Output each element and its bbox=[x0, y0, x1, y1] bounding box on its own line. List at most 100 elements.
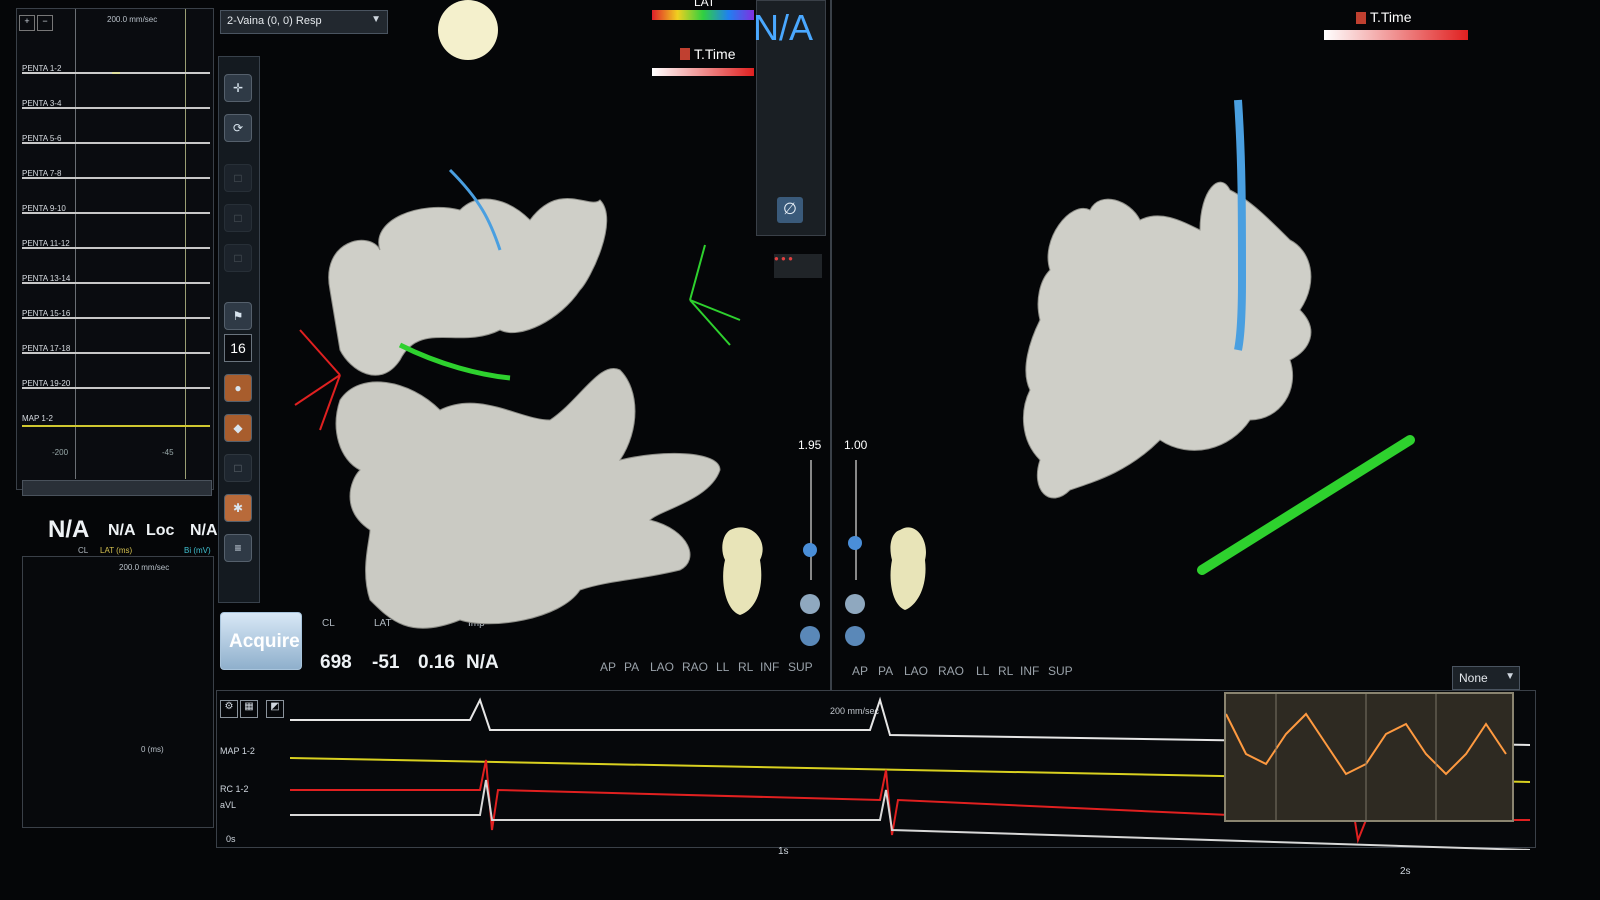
rotate-tool-icon[interactable]: ⟳ bbox=[224, 114, 252, 142]
view-ll-right[interactable]: LL bbox=[976, 664, 989, 678]
egm-marker-line bbox=[75, 9, 76, 479]
egm-zoom-in-icon[interactable]: + bbox=[19, 15, 35, 31]
slider-left-handle[interactable] bbox=[803, 543, 817, 557]
stat-cl-value: N/A bbox=[48, 516, 90, 543]
egm-trace bbox=[22, 212, 210, 214]
strip-time-tick: 2s bbox=[1400, 866, 1411, 877]
egm-trace bbox=[22, 72, 210, 74]
catheter-green-left bbox=[398, 342, 511, 381]
atrium-shape-upper bbox=[328, 198, 608, 376]
view-inf-right[interactable]: INF bbox=[1020, 664, 1039, 678]
stat-lat-label: LAT (ms) bbox=[100, 546, 133, 555]
strip-tool-icon[interactable]: ▦ bbox=[240, 700, 258, 718]
orientation-axis-red bbox=[294, 329, 341, 431]
egm-timescale: 200.0 mm/sec bbox=[107, 15, 158, 24]
ttime-bar-right bbox=[1324, 30, 1468, 40]
orientation-sphere bbox=[438, 0, 498, 60]
slider-left-track[interactable] bbox=[810, 460, 812, 580]
tool-disabled-icon[interactable]: □ bbox=[224, 204, 252, 232]
lat-label: LAT bbox=[694, 0, 716, 9]
view-ap-right[interactable]: AP bbox=[852, 664, 868, 678]
strip-channel-label: aVL bbox=[220, 800, 237, 810]
overlay-dropdown-value: None bbox=[1459, 671, 1488, 685]
point-tool-icon[interactable]: ● bbox=[224, 374, 252, 402]
slider-left-down-icon[interactable] bbox=[800, 594, 820, 614]
egm-scrollbar[interactable] bbox=[22, 480, 212, 496]
orientation-axis-green bbox=[689, 244, 741, 346]
ttime-icon-right bbox=[1356, 12, 1366, 24]
slider-right-track[interactable] bbox=[855, 460, 857, 580]
view-pa-right[interactable]: PA bbox=[878, 664, 893, 678]
view-ll-left[interactable]: LL bbox=[716, 660, 729, 674]
stat-loc-value: Loc bbox=[146, 522, 175, 539]
egm-trace bbox=[22, 317, 210, 319]
left-3d-view[interactable] bbox=[260, 60, 830, 680]
stat-bi-value: N/A bbox=[190, 522, 218, 539]
layer-tool-icon[interactable]: ≡ bbox=[224, 534, 252, 562]
egm-zoom-out-icon[interactable]: − bbox=[37, 15, 53, 31]
view-ap-left[interactable]: AP bbox=[600, 660, 616, 674]
stat-bi-label: Bi (mV) bbox=[184, 546, 211, 555]
view-rl-left[interactable]: RL bbox=[738, 660, 753, 674]
map-select-value: 2-Vaina (0, 0) Resp bbox=[227, 15, 322, 27]
lower-timescale: 200.0 mm/sec bbox=[119, 563, 170, 572]
egm-trace bbox=[22, 247, 210, 249]
egm-trace bbox=[22, 177, 210, 179]
tool-disabled-icon[interactable]: □ bbox=[224, 164, 252, 192]
egm-trace bbox=[22, 142, 210, 144]
view-lao-right[interactable]: LAO bbox=[904, 664, 928, 678]
egm-axis-tick: -200 bbox=[52, 448, 69, 457]
view-divider bbox=[830, 0, 832, 690]
ablation-tool-icon[interactable]: ✱ bbox=[224, 494, 252, 522]
lower-zero-label: 0 (ms) bbox=[141, 745, 164, 754]
slider-right-value: 1.00 bbox=[844, 438, 868, 452]
move-tool-icon[interactable]: ✛ bbox=[224, 74, 252, 102]
tool-disabled-icon[interactable]: □ bbox=[224, 244, 252, 272]
overlay-dropdown[interactable]: None ▼ bbox=[1452, 666, 1520, 690]
status-na-value: N/A bbox=[753, 7, 814, 48]
egm-trace bbox=[22, 352, 210, 354]
mini-heart-icon bbox=[722, 527, 763, 615]
atrium-shape-lower bbox=[335, 367, 721, 629]
respiration-inset bbox=[1224, 692, 1514, 822]
strip-channel-label: RC 1-2 bbox=[220, 784, 249, 794]
slider-right-down-icon[interactable] bbox=[845, 594, 865, 614]
egm-trace bbox=[22, 282, 210, 284]
respiration-waveform bbox=[1225, 694, 1507, 820]
strip-channel-label: MAP 1-2 bbox=[220, 746, 255, 756]
chevron-down-icon: ▼ bbox=[371, 14, 381, 25]
lat-colorbar bbox=[652, 10, 754, 20]
catheter-icon[interactable]: ⚑ bbox=[224, 302, 252, 330]
egm-trace bbox=[22, 107, 210, 109]
strip-tool-icon[interactable]: ⚙ bbox=[220, 700, 238, 718]
right-3d-view[interactable] bbox=[870, 20, 1570, 640]
atrium-shape-right bbox=[1022, 181, 1312, 499]
egm-marker-line-2 bbox=[185, 9, 186, 479]
view-pa-left[interactable]: PA bbox=[624, 660, 639, 674]
tag-tool-icon[interactable]: ◆ bbox=[224, 414, 252, 442]
egm-trace bbox=[22, 425, 210, 427]
view-sup-left[interactable]: SUP bbox=[788, 660, 813, 674]
ttime-icon bbox=[680, 48, 690, 60]
mini-heart-icon-right bbox=[890, 527, 926, 610]
stat-cl-label: CL bbox=[78, 546, 89, 555]
tool-disabled-icon[interactable]: □ bbox=[224, 454, 252, 482]
stat-lat-value: N/A bbox=[108, 522, 136, 539]
view-lao-left[interactable]: LAO bbox=[650, 660, 674, 674]
slider-left-reset-icon[interactable] bbox=[800, 626, 820, 646]
number-stepper[interactable]: 16 bbox=[224, 334, 252, 362]
view-rao-left[interactable]: RAO bbox=[682, 660, 708, 674]
map-select[interactable]: 2-Vaina (0, 0) Resp ▼ bbox=[220, 10, 388, 34]
view-inf-left[interactable]: INF bbox=[760, 660, 779, 674]
strip-tool-icon[interactable]: ◩ bbox=[266, 700, 284, 718]
view-rao-right[interactable]: RAO bbox=[938, 664, 964, 678]
strip-time-tick: 0s bbox=[226, 834, 236, 844]
chevron-down-icon: ▼ bbox=[1505, 671, 1515, 682]
slider-right-reset-icon[interactable] bbox=[845, 626, 865, 646]
view-rl-right[interactable]: RL bbox=[998, 664, 1013, 678]
egm-channel-label: MAP 1-2 bbox=[22, 414, 53, 423]
view-sup-right[interactable]: SUP bbox=[1048, 664, 1073, 678]
slider-left-value: 1.95 bbox=[798, 438, 822, 452]
slider-right-handle[interactable] bbox=[848, 536, 862, 550]
egm-axis-tick: -45 bbox=[162, 448, 174, 457]
